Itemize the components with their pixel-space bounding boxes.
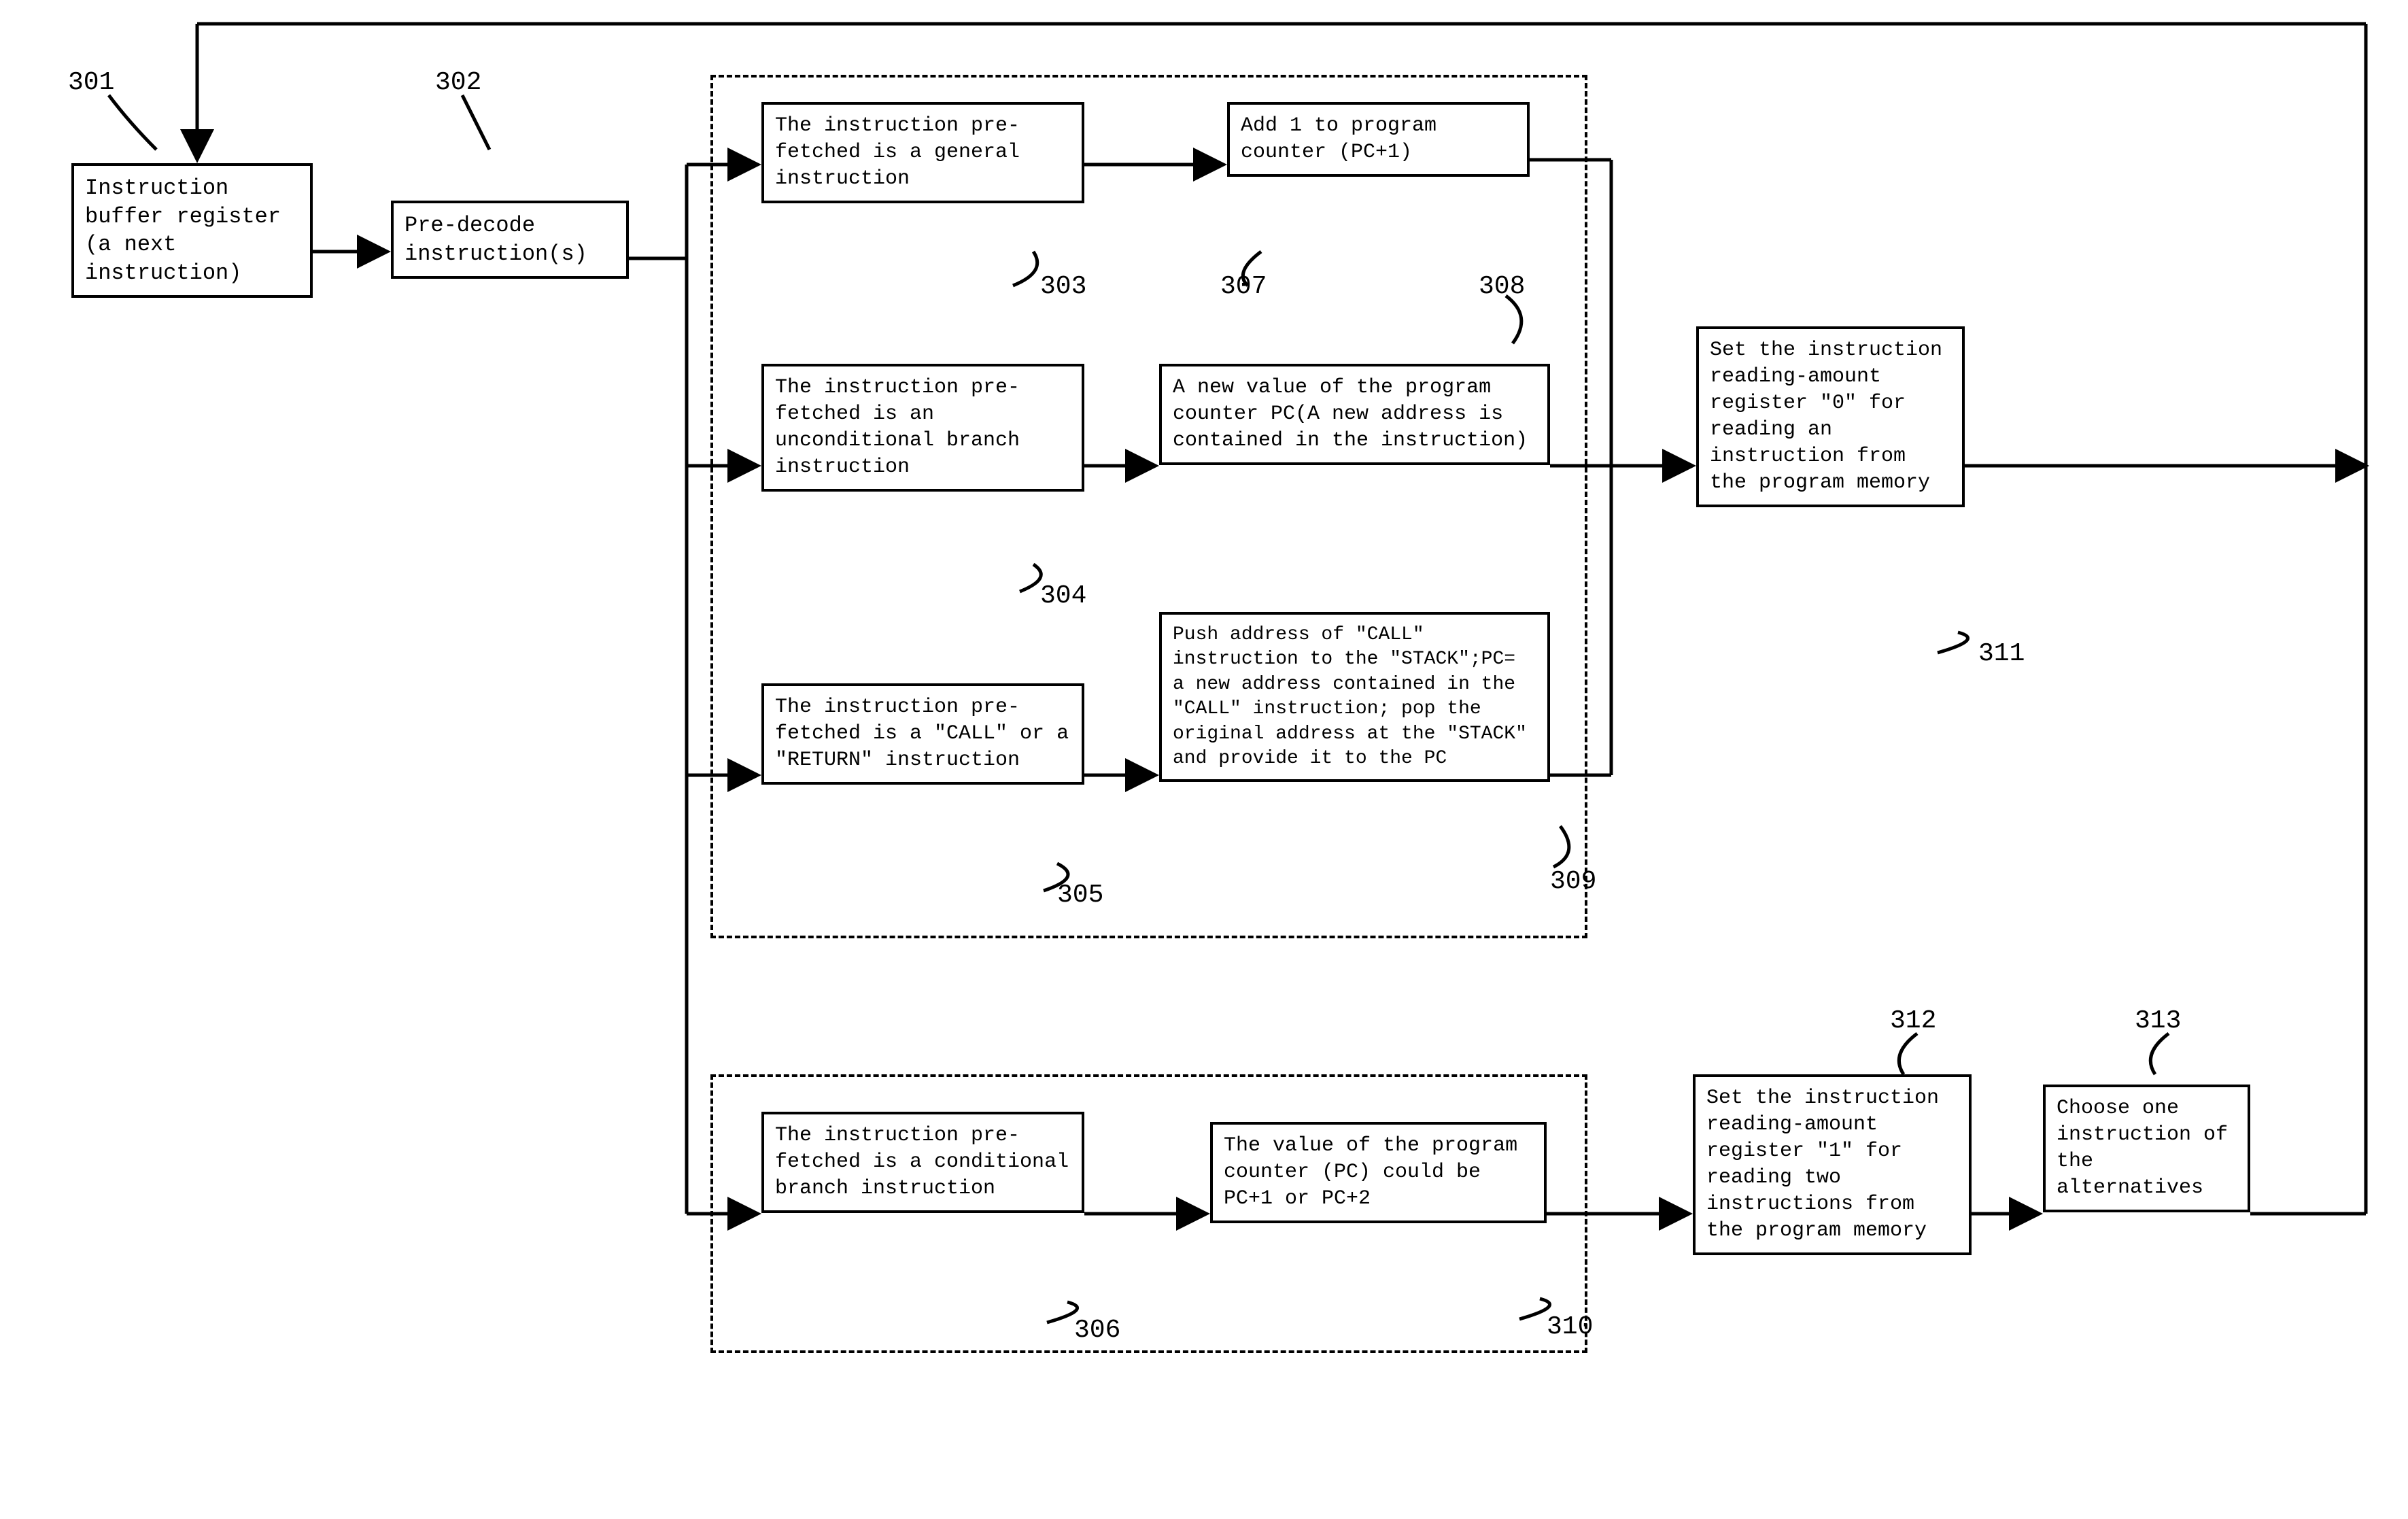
label-313: 313 bbox=[2135, 1006, 2181, 1036]
box-303: The instruction pre-fetched is a general… bbox=[761, 102, 1084, 203]
box-313-text: Choose one instruction of the alternativ… bbox=[2057, 1095, 2237, 1201]
box-309: Push address of "CALL" instruction to th… bbox=[1159, 612, 1550, 782]
label-309: 309 bbox=[1550, 867, 1596, 896]
box-307: Add 1 to program counter (PC+1) bbox=[1227, 102, 1530, 177]
box-307-text: Add 1 to program counter (PC+1) bbox=[1241, 113, 1516, 166]
box-306: The instruction pre-fetched is a conditi… bbox=[761, 1112, 1084, 1213]
box-301: Instruction buffer register (a next inst… bbox=[71, 163, 313, 298]
box-301-text: Instruction buffer register (a next inst… bbox=[85, 174, 299, 287]
box-309-text: Push address of "CALL" instruction to th… bbox=[1173, 623, 1536, 771]
label-305: 305 bbox=[1057, 881, 1103, 910]
label-311: 311 bbox=[1978, 639, 2025, 668]
label-312: 312 bbox=[1890, 1006, 1936, 1036]
box-310: The value of the program counter (PC) co… bbox=[1210, 1122, 1547, 1223]
box-305: The instruction pre-fetched is a "CALL" … bbox=[761, 683, 1084, 785]
box-304-text: The instruction pre-fetched is an uncond… bbox=[775, 375, 1071, 481]
box-313: Choose one instruction of the alternativ… bbox=[2043, 1085, 2250, 1212]
box-308-text: A new value of the program counter PC(A … bbox=[1173, 375, 1536, 454]
box-302: Pre-decode instruction(s) bbox=[391, 201, 629, 279]
label-310: 310 bbox=[1547, 1312, 1593, 1342]
label-306: 306 bbox=[1074, 1316, 1120, 1345]
box-310-text: The value of the program counter (PC) co… bbox=[1224, 1133, 1533, 1212]
box-304: The instruction pre-fetched is an uncond… bbox=[761, 364, 1084, 492]
label-302: 302 bbox=[435, 68, 481, 97]
box-302-text: Pre-decode instruction(s) bbox=[405, 211, 615, 268]
label-304: 304 bbox=[1040, 581, 1086, 611]
label-307: 307 bbox=[1220, 272, 1267, 301]
box-308: A new value of the program counter PC(A … bbox=[1159, 364, 1550, 465]
box-311-text: Set the instruction reading-amount regis… bbox=[1710, 337, 1951, 496]
box-303-text: The instruction pre-fetched is a general… bbox=[775, 113, 1071, 192]
box-312-text: Set the instruction reading-amount regis… bbox=[1706, 1085, 1958, 1244]
dashed-group-top bbox=[710, 75, 1587, 938]
box-312: Set the instruction reading-amount regis… bbox=[1693, 1074, 1972, 1255]
label-308: 308 bbox=[1479, 272, 1525, 301]
flowchart-canvas: Instruction buffer register (a next inst… bbox=[0, 0, 2408, 1519]
box-306-text: The instruction pre-fetched is a conditi… bbox=[775, 1123, 1071, 1202]
label-301: 301 bbox=[68, 68, 114, 97]
label-303: 303 bbox=[1040, 272, 1086, 301]
box-305-text: The instruction pre-fetched is a "CALL" … bbox=[775, 694, 1071, 774]
box-311: Set the instruction reading-amount regis… bbox=[1696, 326, 1965, 507]
